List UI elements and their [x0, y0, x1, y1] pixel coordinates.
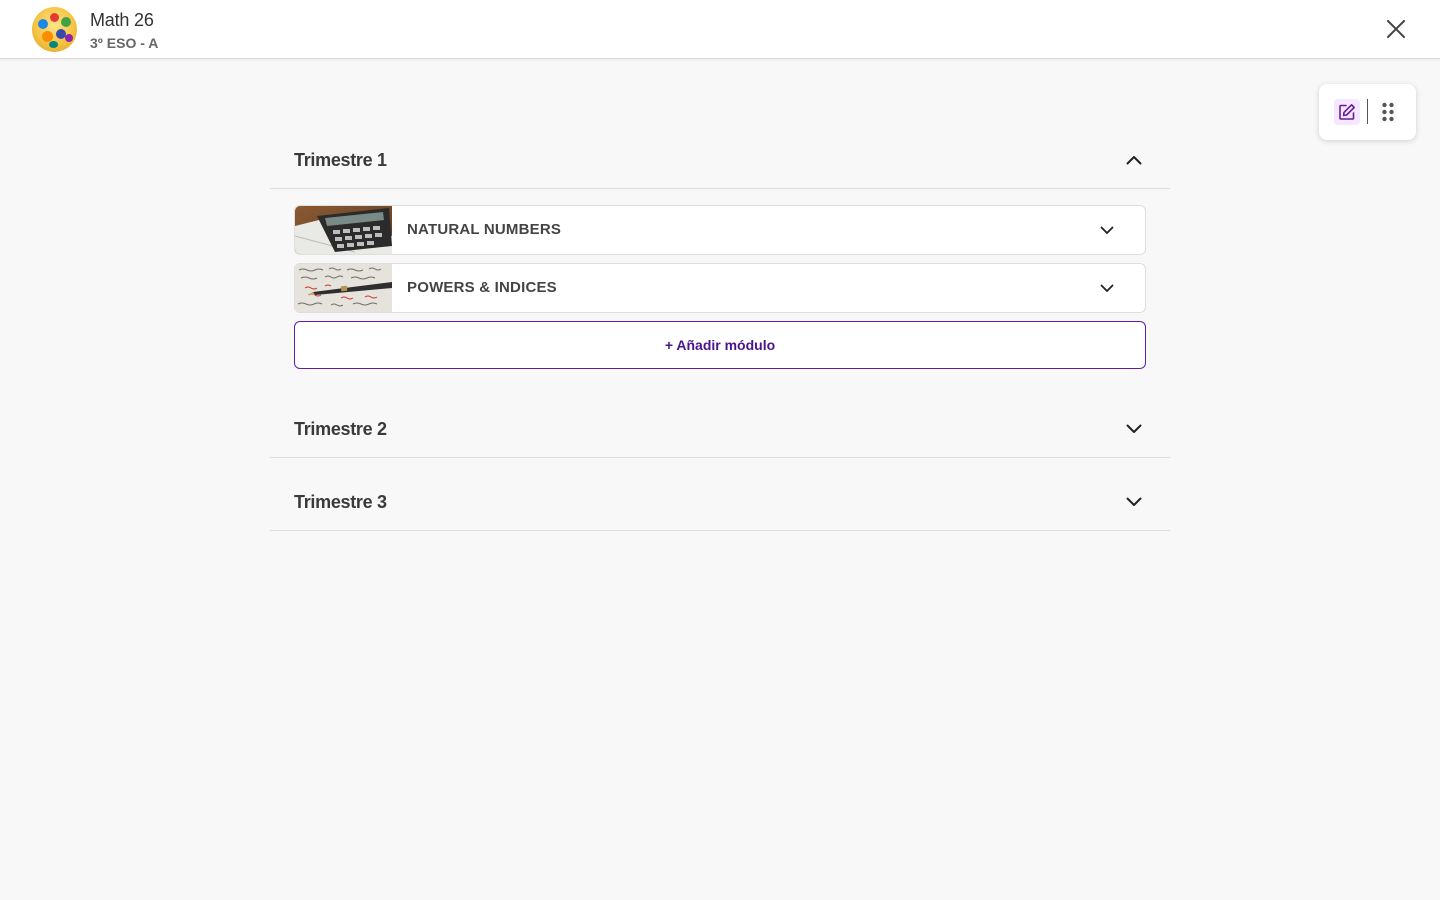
- edit-icon: [1339, 104, 1355, 120]
- section-toggle[interactable]: [1122, 490, 1146, 514]
- chevron-down-icon: [1100, 284, 1114, 292]
- section-trimestre-2[interactable]: Trimestre 2: [270, 388, 1170, 458]
- toolbar-divider: [1367, 99, 1368, 124]
- drag-handle[interactable]: [1375, 99, 1401, 125]
- module-natural-numbers[interactable]: NATURAL NUMBERS: [294, 205, 1146, 255]
- chevron-down-icon: [1126, 424, 1142, 433]
- module-title: NATURAL NUMBERS: [407, 221, 562, 238]
- chevron-up-icon: [1126, 156, 1142, 165]
- section-title: Trimestre 3: [294, 492, 387, 512]
- course-subtitle: 3º ESO - A: [90, 35, 159, 51]
- calculator-image: [295, 206, 392, 254]
- section-toggle[interactable]: [1122, 417, 1146, 441]
- course-avatar: [32, 7, 77, 52]
- module-thumbnail: [295, 206, 392, 254]
- section-toggle[interactable]: [1122, 148, 1146, 172]
- grip-icon: [1382, 102, 1394, 122]
- section-trimestre-1[interactable]: Trimestre 1: [270, 119, 1170, 189]
- module-title: POWERS & INDICES: [407, 279, 557, 296]
- chevron-down-icon: [1126, 497, 1142, 506]
- module-toggle[interactable]: [1096, 219, 1118, 241]
- edit-button[interactable]: [1334, 99, 1360, 125]
- top-header: Math 26 3º ESO - A: [0, 0, 1440, 59]
- add-module-button[interactable]: + Añadir módulo: [294, 321, 1146, 369]
- section-trimestre-3[interactable]: Trimestre 3: [270, 461, 1170, 531]
- section-title: Trimestre 2: [294, 419, 387, 439]
- module-toggle[interactable]: [1096, 277, 1118, 299]
- module-thumbnail: [295, 264, 392, 312]
- section-title: Trimestre 1: [294, 150, 387, 170]
- handwritten-notes-image: [295, 264, 392, 312]
- floating-toolbar: [1319, 84, 1416, 140]
- course-title: Math 26: [90, 10, 154, 30]
- chevron-down-icon: [1100, 226, 1114, 234]
- close-icon: [1387, 20, 1405, 38]
- module-powers-indices[interactable]: POWERS & INDICES: [294, 263, 1146, 313]
- close-button[interactable]: [1380, 13, 1412, 45]
